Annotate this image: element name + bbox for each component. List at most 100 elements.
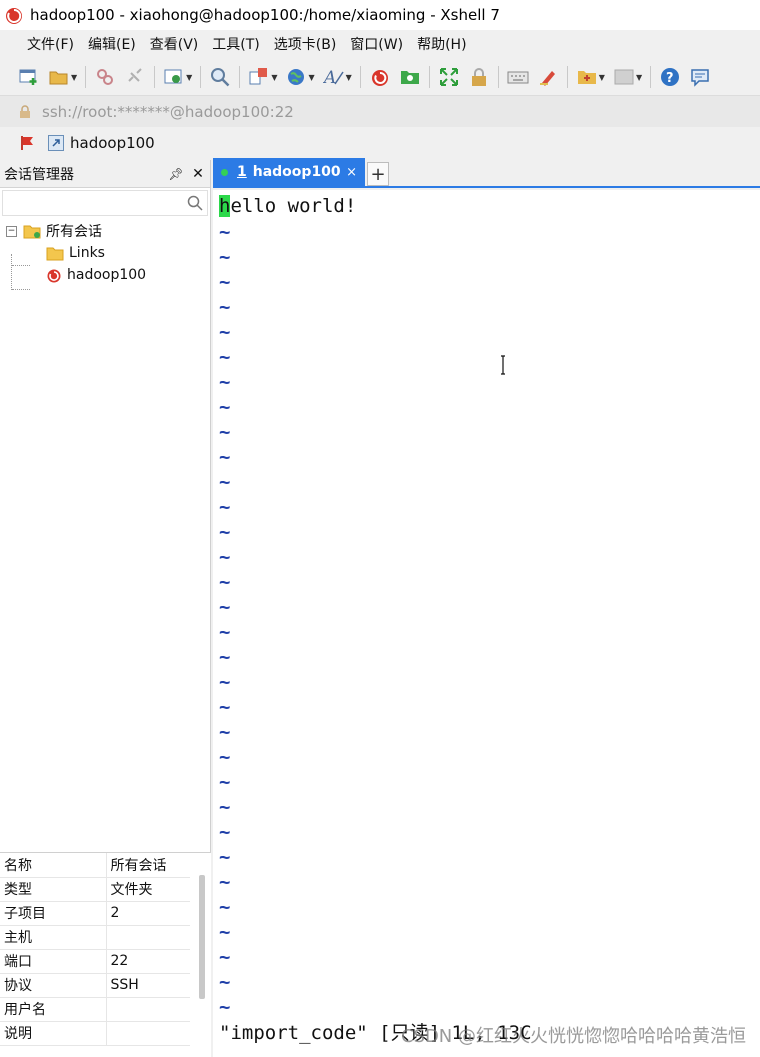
text-cursor-icon	[501, 355, 505, 375]
tilde-marker: ~	[219, 996, 231, 1018]
tilde-marker: ~	[219, 796, 231, 818]
address-bar[interactable]: ssh://root:*******@hadoop100:22	[0, 95, 760, 127]
property-key: 端口	[0, 949, 107, 974]
property-value	[106, 925, 190, 950]
tilde-marker: ~	[219, 221, 231, 243]
tilde-marker: ~	[219, 671, 231, 693]
tilde-marker: ~	[219, 971, 231, 993]
tab-hadoop100[interactable]: 1 hadoop100 ×	[213, 158, 365, 186]
terminal-area[interactable]: hello world! ~ ~ ~ ~ ~ ~ ~ ~ ~ ~ ~ ~ ~ ~ ~ ~ ~ ~ ~ ~ ~ ~ ~ ~ ~ ~ ~…	[213, 190, 760, 1057]
tab-strip: 1 hadoop100 × +	[213, 158, 760, 188]
globe-dropdown-icon[interactable]: ▼	[308, 73, 314, 82]
table-row: 用户名	[0, 997, 190, 1022]
tilde-marker: ~	[219, 296, 231, 318]
collapse-icon[interactable]: −	[6, 225, 17, 237]
font-dropdown-icon[interactable]: ▼	[346, 73, 352, 82]
property-key: 名称	[0, 853, 107, 878]
layout-dropdown-icon[interactable]: ▼	[636, 73, 642, 82]
find-icon[interactable]	[209, 66, 231, 88]
search-icon[interactable]	[187, 195, 203, 211]
transfer-dropdown-icon[interactable]: ▼	[271, 73, 277, 82]
tab-label: hadoop100	[252, 164, 341, 180]
property-value: 22	[106, 949, 190, 974]
menu-window[interactable]: 窗口(W)	[343, 33, 410, 57]
connect-icon[interactable]	[94, 66, 116, 88]
menu-help[interactable]: 帮助(H)	[410, 33, 473, 57]
menu-bar: 文件(F) 编辑(E) 查看(V) 工具(T) 选项卡(B) 窗口(W) 帮助(…	[0, 30, 760, 59]
open-folder-icon[interactable]	[48, 66, 70, 88]
menu-tools[interactable]: 工具(T)	[205, 33, 266, 57]
keyboard-icon[interactable]	[507, 66, 529, 88]
session-address: ssh://root:*******@hadoop100:22	[42, 102, 294, 121]
layout-icon[interactable]	[613, 66, 635, 88]
highlight-icon[interactable]	[537, 66, 559, 88]
tilde-marker: ~	[219, 621, 231, 643]
menu-file[interactable]: 文件(F)	[20, 33, 81, 57]
tilde-marker: ~	[219, 521, 231, 543]
menu-view[interactable]: 查看(V)	[143, 33, 206, 57]
menu-edit[interactable]: 编辑(E)	[81, 33, 143, 57]
property-value: 所有会话	[106, 853, 190, 878]
new-tab-dropdown-icon[interactable]: ▼	[599, 73, 605, 82]
tilde-marker: ~	[219, 596, 231, 618]
table-row: 名称 所有会话	[0, 853, 190, 878]
shortcut-icon	[48, 135, 64, 151]
globe-icon[interactable]	[285, 66, 307, 88]
help-icon[interactable]: ?	[659, 66, 681, 88]
session-search-input[interactable]	[3, 192, 187, 214]
xftp-icon[interactable]	[399, 66, 421, 88]
quick-links-bar: hadoop100	[0, 127, 760, 159]
close-icon[interactable]: ✕	[190, 166, 206, 182]
property-value: 2	[106, 901, 190, 926]
session-tree: − 所有会话 Links hadoop100	[0, 218, 210, 290]
tilde-marker: ~	[219, 846, 231, 868]
open-dropdown-icon[interactable]: ▼	[71, 73, 77, 82]
tree-item-hadoop100[interactable]: hadoop100	[0, 264, 210, 286]
fullscreen-icon[interactable]	[438, 66, 460, 88]
table-row: 子项目 2	[0, 901, 190, 926]
tilde-marker: ~	[219, 346, 231, 368]
tilde-marker: ~	[219, 721, 231, 743]
lock-icon[interactable]	[468, 66, 490, 88]
xshell-icon[interactable]	[369, 66, 391, 88]
terminal-line: hello world!	[219, 195, 356, 217]
add-tab-button[interactable]: +	[367, 162, 389, 186]
empty-line-markers: ~ ~ ~ ~ ~ ~ ~ ~ ~ ~ ~ ~ ~ ~ ~ ~ ~ ~ ~ ~ ~ ~ ~ ~ ~ ~ ~ ~ ~ ~ ~ ~	[219, 220, 230, 1020]
toolbar-separator	[650, 66, 652, 88]
flag-icon[interactable]	[20, 135, 36, 151]
menu-tabs[interactable]: 选项卡(B)	[267, 33, 344, 57]
properties-icon[interactable]	[163, 66, 185, 88]
tab-close-icon[interactable]: ×	[346, 165, 357, 180]
table-row: 端口 22	[0, 949, 190, 974]
tree-connector	[12, 289, 30, 290]
property-key: 子项目	[0, 901, 107, 926]
tilde-marker: ~	[219, 821, 231, 843]
property-key: 主机	[0, 925, 107, 950]
connected-status-icon	[221, 168, 228, 176]
tilde-marker: ~	[219, 771, 231, 793]
tree-item-all-sessions[interactable]: − 所有会话	[0, 220, 210, 242]
folder-icon	[23, 225, 41, 238]
title-bar: hadoop100 - xiaohong@hadoop100:/home/xia…	[0, 0, 760, 30]
session-icon	[47, 269, 61, 283]
properties-scrollbar[interactable]	[199, 875, 205, 999]
font-icon[interactable]: A	[323, 66, 345, 88]
folder-icon	[46, 247, 64, 260]
transfer-icon[interactable]	[248, 66, 270, 88]
properties-dropdown-icon[interactable]: ▼	[186, 73, 192, 82]
tree-item-label: 所有会话	[46, 224, 102, 240]
property-key: 用户名	[0, 997, 107, 1022]
terminal-text: ello world!	[230, 195, 357, 217]
tree-item-label: hadoop100	[67, 267, 147, 283]
tilde-marker: ~	[219, 871, 231, 893]
disconnect-icon[interactable]	[124, 66, 146, 88]
property-value	[106, 1021, 190, 1046]
property-value: SSH	[106, 973, 190, 998]
pin-icon[interactable]: 📌︎	[168, 167, 184, 181]
new-tab-icon[interactable]	[576, 66, 598, 88]
quick-link-hadoop100[interactable]: hadoop100	[70, 134, 155, 152]
new-session-icon[interactable]	[18, 66, 40, 88]
svg-text:A: A	[323, 68, 336, 87]
tree-item-links[interactable]: Links	[0, 242, 210, 264]
chat-icon[interactable]	[689, 66, 711, 88]
